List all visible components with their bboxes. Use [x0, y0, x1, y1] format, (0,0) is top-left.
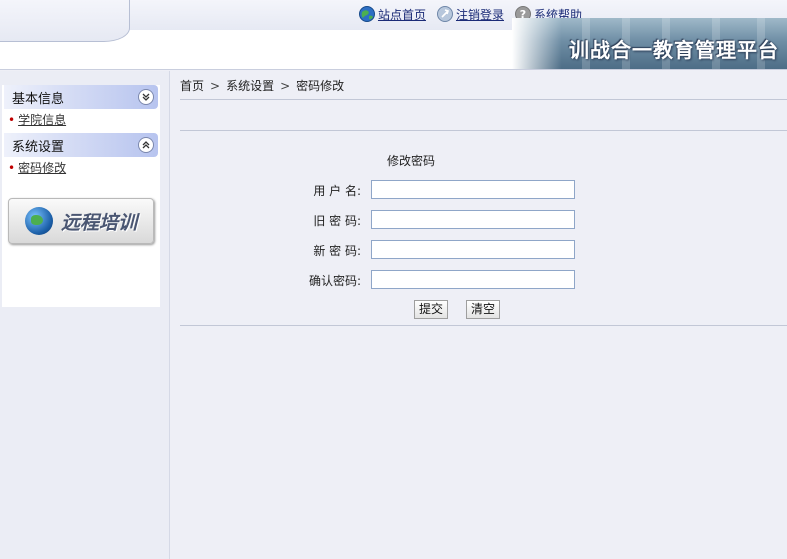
sidebar-item-label: 学院信息 [18, 113, 67, 127]
breadcrumb-current: 密码修改 [296, 79, 345, 93]
menu-group-system-settings[interactable]: 系统设置 [4, 133, 158, 157]
header-curve-decoration [0, 0, 130, 42]
app-title: 训战合一教育管理平台 [569, 38, 779, 62]
confirm-password-input[interactable] [371, 270, 575, 289]
sidebar-item-change-password[interactable]: • 密码修改 [8, 159, 66, 176]
logout-link[interactable]: 注销登录 [436, 5, 504, 23]
new-password-input[interactable] [371, 240, 575, 259]
form-row-new-password: 新 密 码: [171, 240, 787, 260]
bullet-icon: • [8, 161, 16, 175]
chevron-right-icon: > [280, 78, 291, 93]
divider [180, 130, 787, 131]
page-header: 站点首页 注销登录 ? 系统帮助 训战合一教育管理平台 [0, 0, 787, 70]
breadcrumb-system-settings[interactable]: 系统设置 [226, 77, 274, 94]
divider [180, 325, 787, 326]
remote-training-label: 远程培训 [61, 211, 138, 234]
site-home-link[interactable]: 站点首页 [358, 5, 426, 23]
menu-group-basic-info[interactable]: 基本信息 [4, 85, 158, 109]
username-label: 用 户 名: [313, 184, 361, 198]
new-password-label: 新 密 码: [313, 244, 361, 258]
form-row-old-password: 旧 密 码: [171, 210, 787, 230]
old-password-label: 旧 密 码: [313, 214, 361, 228]
breadcrumb: 首页 > 系统设置 > 密码修改 [180, 77, 344, 94]
main-content: 首页 > 系统设置 > 密码修改 修改密码 用 户 名: 旧 密 码: 新 密 … [171, 71, 787, 559]
header-banner: 训战合一教育管理平台 [512, 18, 787, 69]
bullet-icon: • [8, 113, 16, 127]
divider [180, 99, 787, 100]
submit-button[interactable]: 提交 [414, 300, 449, 319]
sidebar-menu: 基本信息 • 学院信息 系统设置 • 密码修改 远程培训 [2, 85, 160, 307]
globe-icon [358, 5, 376, 23]
chevron-double-down-icon[interactable] [138, 89, 154, 105]
username-input[interactable] [371, 180, 575, 199]
sidebar-item-college-info[interactable]: • 学院信息 [8, 111, 66, 128]
breadcrumb-home[interactable]: 首页 [180, 77, 204, 94]
menu-group-label: 基本信息 [12, 91, 65, 107]
chevron-right-icon: > [210, 78, 221, 93]
menu-group-label: 系统设置 [12, 139, 65, 155]
sidebar: 基本信息 • 学院信息 系统设置 • 密码修改 远程培训 [0, 71, 170, 559]
logout-icon [436, 5, 454, 23]
clear-button[interactable]: 清空 [466, 300, 501, 319]
sidebar-item-label: 密码修改 [18, 161, 67, 175]
site-home-label: 站点首页 [377, 7, 426, 22]
chevron-double-up-icon[interactable] [138, 137, 154, 153]
globe-icon [25, 207, 53, 235]
form-row-confirm-password: 确认密码: [171, 270, 787, 290]
remote-training-button[interactable]: 远程培训 [8, 198, 154, 244]
old-password-input[interactable] [371, 210, 575, 229]
form-row-username: 用 户 名: [171, 180, 787, 200]
confirm-password-label: 确认密码: [308, 274, 361, 288]
logout-label: 注销登录 [455, 7, 504, 22]
form-title: 修改密码 [387, 154, 436, 168]
